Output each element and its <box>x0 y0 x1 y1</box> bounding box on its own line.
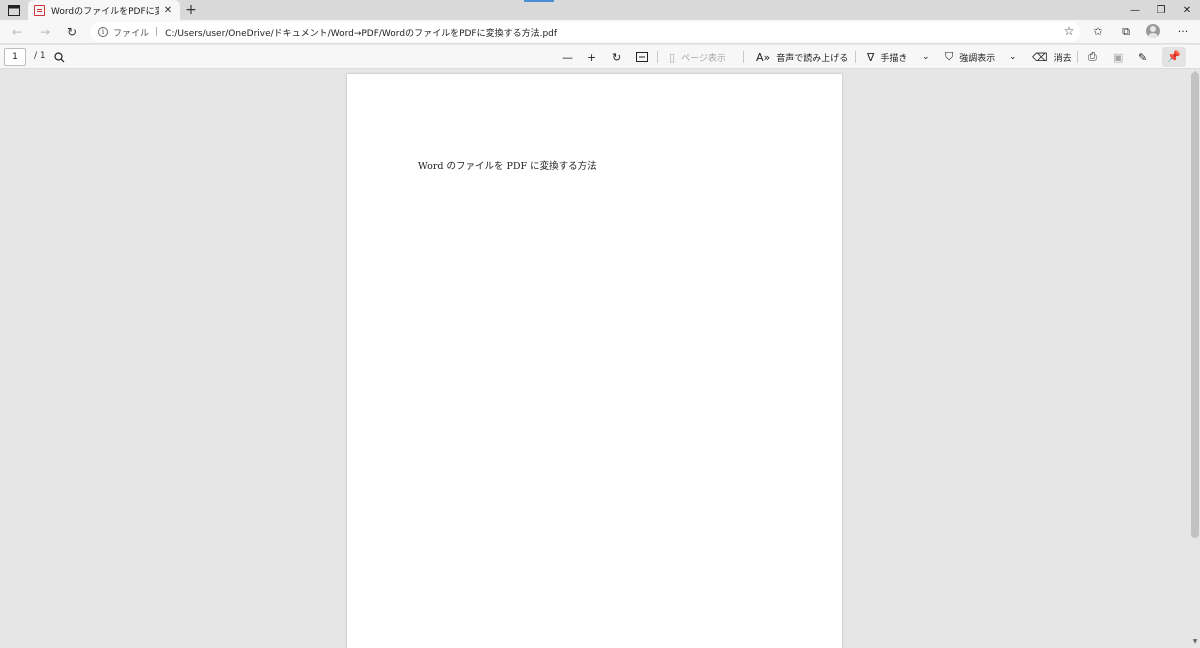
zoom-out-button[interactable]: — <box>562 48 579 66</box>
tab-strip: WordのファイルをPDFに変換する方法 ✕ + — ❐ ✕ <box>0 0 1200 20</box>
eraser-icon: ⌫ <box>1032 50 1048 64</box>
url-text[interactable]: C:/Users/user/OneDrive/ドキュメント/Word→PDF/W… <box>165 26 557 39</box>
document-viewport[interactable]: Word のファイルを PDF に変換する方法 ▲ ▼ <box>0 70 1200 648</box>
tab-actions-icon <box>8 4 20 16</box>
back-button[interactable]: ← <box>8 23 26 41</box>
zoom-in-button[interactable]: + <box>587 48 602 66</box>
save-button[interactable]: ▣ <box>1113 48 1129 66</box>
search-button[interactable] <box>54 48 65 66</box>
pdf-page: Word のファイルを PDF に変換する方法 <box>347 74 842 648</box>
settings-more-button[interactable]: ··· <box>1175 23 1191 41</box>
page-view-label: ページ表示 <box>681 53 726 64</box>
drag-indicator <box>524 0 554 2</box>
window-controls: — ❐ ✕ <box>1122 0 1200 20</box>
toolbar-divider <box>743 51 744 63</box>
fit-width-icon <box>636 52 648 62</box>
forward-button[interactable]: → <box>36 23 54 41</box>
more-dots-icon: ··· <box>1177 25 1189 38</box>
rotate-button[interactable]: ↻ <box>612 48 627 66</box>
toolbar-divider <box>1077 51 1078 63</box>
pdf-file-icon <box>34 4 45 16</box>
favorites-button[interactable]: ✩ <box>1090 23 1106 41</box>
pdf-toolbar: 1 / 1 — + ↻ ▯ ページ表示 A» 音声で読み上げる ∇ 手描き ⌄ <box>0 45 1200 69</box>
scroll-thumb[interactable] <box>1191 72 1199 538</box>
add-favorite-button[interactable]: ☆ <box>1061 23 1077 39</box>
refresh-icon: ↻ <box>66 25 78 39</box>
toolbar-divider <box>855 51 856 63</box>
highlight-options-dropdown[interactable]: ⌄ <box>1009 48 1017 66</box>
minimize-button[interactable]: — <box>1122 0 1148 20</box>
collections-icon: ⧉ <box>1122 25 1130 38</box>
page-view-button[interactable]: ▯ ページ表示 <box>669 48 726 66</box>
erase-label: 消去 <box>1053 53 1072 64</box>
restore-button[interactable]: ❐ <box>1148 0 1174 20</box>
printer-icon: ⎙ <box>1088 50 1097 63</box>
favorites-list-icon: ✩ <box>1093 25 1103 38</box>
back-arrow-icon: ← <box>11 25 23 39</box>
rotate-icon: ↻ <box>612 50 622 64</box>
address-bar[interactable]: i ファイル | C:/Users/user/OneDrive/ドキュメント/W… <box>90 22 1080 42</box>
save-disk-icon: ▣ <box>1113 50 1124 64</box>
search-icon <box>54 51 65 62</box>
pin-toolbar-button[interactable]: 📌 <box>1162 47 1186 67</box>
address-separator: | <box>155 27 159 37</box>
save-as-icon: ✎ <box>1138 50 1148 64</box>
close-window-button[interactable]: ✕ <box>1174 0 1200 20</box>
tab-title: WordのファイルをPDFに変換する方法 <box>51 6 159 17</box>
page-view-icon: ▯ <box>669 50 676 64</box>
highlight-label: 強調表示 <box>959 53 996 64</box>
chevron-down-icon: ⌄ <box>1009 52 1017 62</box>
print-button[interactable]: ⎙ <box>1088 48 1103 66</box>
new-tab-button[interactable]: + <box>184 1 198 19</box>
draw-button[interactable]: ∇ 手描き <box>867 48 907 66</box>
vertical-scrollbar[interactable]: ▲ ▼ <box>1190 70 1200 648</box>
draw-options-dropdown[interactable]: ⌄ <box>922 48 930 66</box>
star-add-icon: ☆ <box>1063 24 1075 38</box>
profile-avatar[interactable] <box>1146 24 1160 38</box>
tab-close-icon[interactable]: ✕ <box>162 5 174 16</box>
erase-button[interactable]: ⌫ 消去 <box>1032 48 1072 66</box>
save-as-button[interactable]: ✎ <box>1138 48 1153 66</box>
forward-arrow-icon: → <box>39 25 51 39</box>
fit-to-width-button[interactable] <box>636 48 648 66</box>
collections-button[interactable]: ⧉ <box>1118 23 1134 41</box>
scroll-down-icon[interactable]: ▼ <box>1191 638 1199 646</box>
refresh-button[interactable]: ↻ <box>63 23 81 41</box>
page-number-input[interactable]: 1 <box>4 48 26 66</box>
draw-label: 手描き <box>880 53 908 64</box>
document-text: Word のファイルを PDF に変換する方法 <box>418 161 597 172</box>
chevron-down-icon: ⌄ <box>922 52 930 62</box>
tab-actions-button[interactable] <box>6 3 22 17</box>
page-total: / 1 <box>34 51 46 61</box>
plus-icon: + <box>587 50 597 64</box>
toolbar-divider <box>657 51 658 63</box>
draw-pen-icon: ∇ <box>867 50 875 64</box>
read-aloud-icon: A» <box>756 50 771 64</box>
pin-icon: 📌 <box>1167 50 1181 63</box>
active-tab[interactable]: WordのファイルをPDFに変換する方法 ✕ <box>28 0 180 20</box>
read-aloud-button[interactable]: A» 音声で読み上げる <box>756 48 848 66</box>
scheme-label: ファイル <box>113 28 150 39</box>
info-icon[interactable]: i <box>98 27 108 37</box>
highlighter-icon: ⛉ <box>945 50 954 63</box>
navigation-bar: ← → ↻ i ファイル | C:/Users/user/OneDrive/ドキ… <box>0 20 1200 44</box>
highlight-button[interactable]: ⛉ 強調表示 <box>945 48 995 66</box>
minus-icon: — <box>562 50 573 64</box>
read-aloud-label: 音声で読み上げる <box>776 53 849 64</box>
